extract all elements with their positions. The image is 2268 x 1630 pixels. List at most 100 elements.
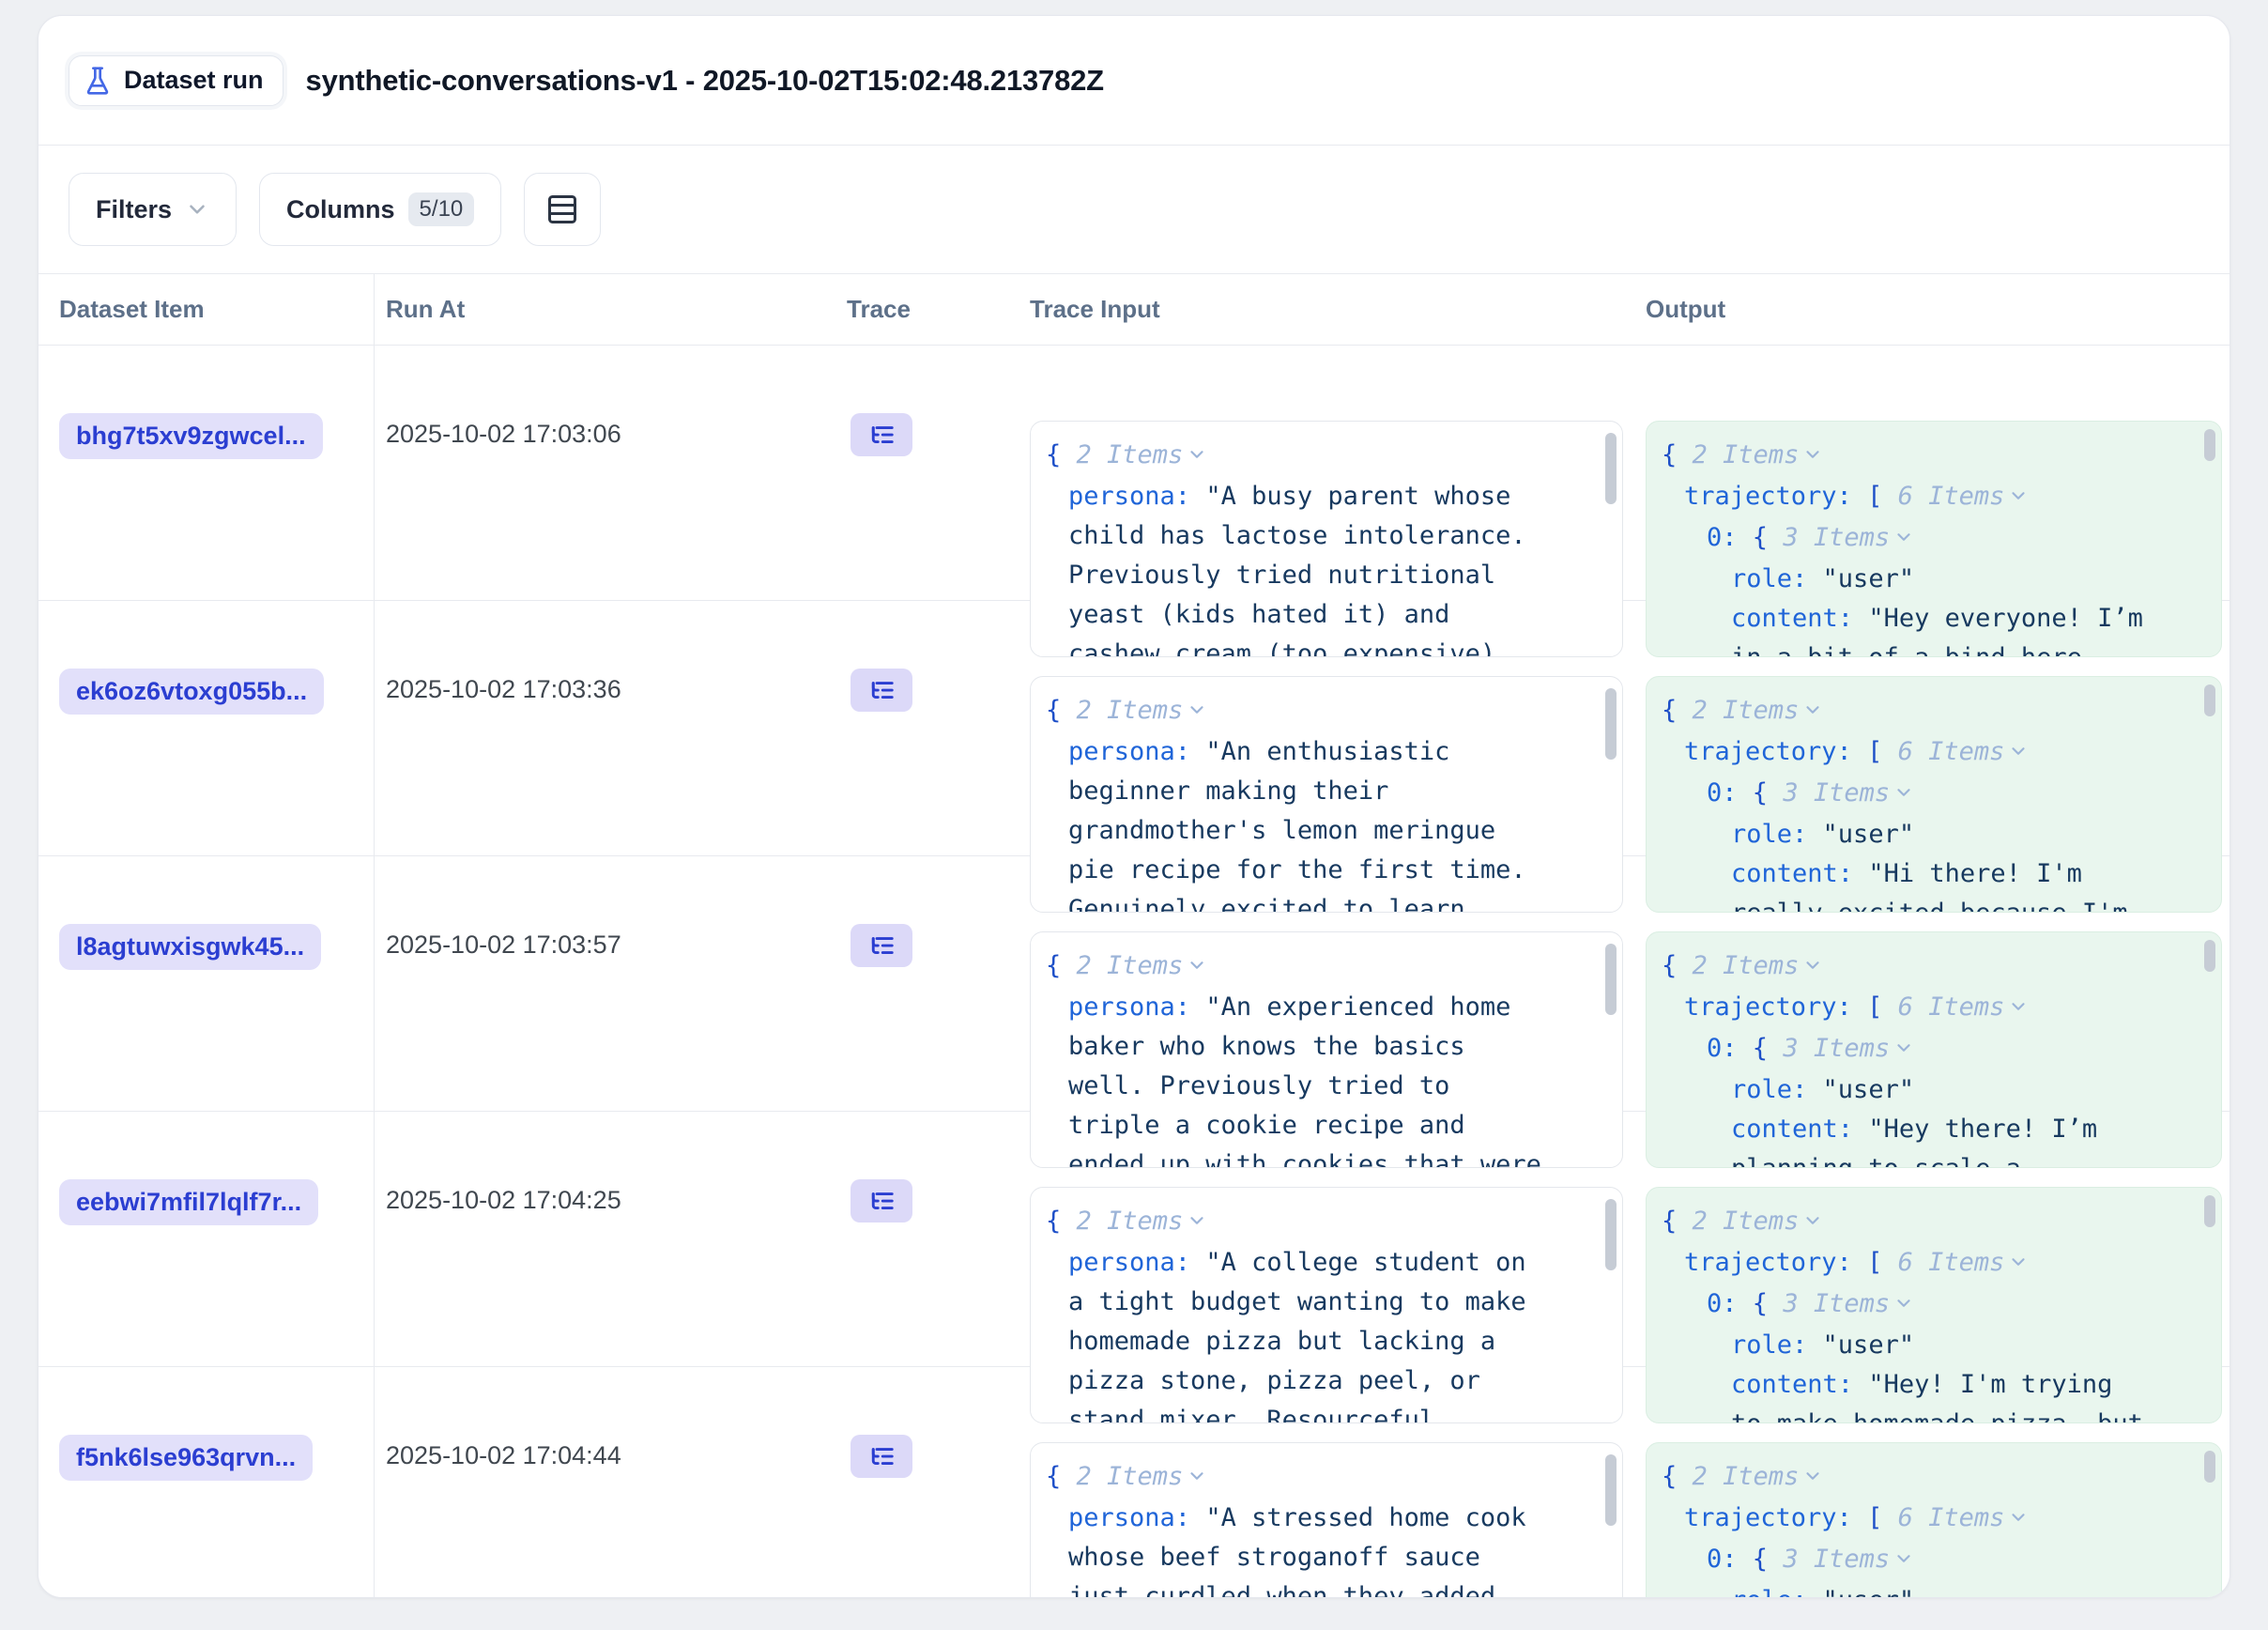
collapse-chevron-icon[interactable] [2008,734,2029,774]
json-persona-line: persona: "An enthusiastic beginner makin… [1046,732,1579,913]
collapse-chevron-icon[interactable] [1802,1204,1823,1243]
scrollbar-thumb[interactable] [1605,1199,1617,1270]
collapse-chevron-icon[interactable] [1802,693,1823,732]
json-value: "user" [1823,820,1915,849]
columns-button[interactable]: Columns 5/10 [259,173,501,246]
collapse-chevron-icon[interactable] [2008,479,2029,518]
trace-button[interactable] [850,669,912,712]
open-brace: { [1753,778,1768,807]
list-tree-icon [867,1187,896,1215]
output-json-viewer[interactable]: { 2 Items trajectory: [ 6 Items 0: { 3 I… [1646,1442,2222,1598]
json-trajectory-line: trajectory: [ 6 Items [1662,477,2178,518]
dataset-item-badge[interactable]: bhg7t5xv9zgwcel... [59,413,323,459]
items-annotation: 2 Items [1677,951,1799,980]
open-brace: { [1046,696,1061,725]
collapse-chevron-icon[interactable] [1187,948,1207,988]
collapse-chevron-icon[interactable] [1893,1286,1914,1326]
collapse-chevron-icon[interactable] [1893,1542,1914,1581]
open-brace: { [1046,1462,1061,1491]
json-value: "user" [1823,1330,1915,1360]
trace-input-json-viewer[interactable]: { 2 Items persona: "A stressed home cook… [1030,1442,1623,1598]
json-index-line: 0: { 3 Items [1662,1284,2178,1326]
trace-button[interactable] [850,1435,912,1478]
json-key: trajectory: [1684,992,1852,1022]
page-title: synthetic-conversations-v1 - 2025-10-02T… [306,64,1104,98]
items-annotation: 2 Items [1677,440,1799,469]
json-root-line: { 2 Items [1662,691,2178,732]
json-key: persona: [1068,737,1190,766]
trace-input-json-viewer[interactable]: { 2 Items persona: "A busy parent whose … [1030,421,1623,657]
open-brace: { [1662,1207,1677,1236]
collapse-chevron-icon[interactable] [1802,1459,1823,1499]
scrollbar-thumb[interactable] [2204,940,2215,972]
table-body: bhg7t5xv9zgwcel... 2025-10-02 17:03:06 {… [38,346,2230,1598]
open-bracket: [ [1867,737,1882,766]
trace-input-json-viewer[interactable]: { 2 Items persona: "An experienced home … [1030,931,1623,1168]
collapse-chevron-icon[interactable] [2008,1500,2029,1540]
open-bracket: [ [1867,1248,1882,1277]
dataset-item-badge[interactable]: ek6oz6vtoxg055b... [59,669,324,715]
run-at-value: 2025-10-02 17:03:57 [386,930,621,959]
scrollbar-thumb[interactable] [1605,433,1617,504]
scrollbar-thumb[interactable] [2204,1195,2215,1227]
scrollbar-thumb[interactable] [2204,684,2215,716]
scrollbar-thumb[interactable] [1605,1454,1617,1526]
json-index-line: 0: { 3 Items [1662,774,2178,815]
output-json-viewer[interactable]: { 2 Items trajectory: [ 6 Items 0: { 3 I… [1646,676,2222,913]
collapse-chevron-icon[interactable] [2008,1245,2029,1284]
row-height-button[interactable] [524,173,601,246]
collapse-chevron-icon[interactable] [1187,1204,1207,1243]
columns-button-label: Columns [286,195,395,224]
json-index-line: 0: { 3 Items [1662,1540,2178,1581]
collapse-chevron-icon[interactable] [1187,438,1207,477]
open-brace: { [1753,1545,1768,1574]
dataset-item-badge[interactable]: l8agtuwxisgwk45... [59,924,321,970]
dataset-item-badge[interactable]: eebwi7mfil7lqlf7r... [59,1179,318,1225]
collapse-chevron-icon[interactable] [1187,693,1207,732]
collapse-chevron-icon[interactable] [1802,948,1823,988]
chevron-down-icon [185,197,209,222]
json-key: trajectory: [1684,1248,1852,1277]
output-json-viewer[interactable]: { 2 Items trajectory: [ 6 Items 0: { 3 I… [1646,1187,2222,1423]
collapse-chevron-icon[interactable] [2008,990,2029,1029]
items-annotation: 2 Items [1061,696,1183,725]
json-key: role: [1731,1586,1807,1598]
items-annotation: 6 Items [1882,992,2004,1022]
output-json-viewer[interactable]: { 2 Items trajectory: [ 6 Items 0: { 3 I… [1646,421,2222,657]
collapse-chevron-icon[interactable] [1893,520,1914,560]
collapse-chevron-icon[interactable] [1802,438,1823,477]
dataset-item-badge[interactable]: f5nk6lse963qrvn... [59,1435,313,1481]
json-key: role: [1731,1075,1807,1104]
json-key: persona: [1068,1503,1190,1532]
trace-button[interactable] [850,1179,912,1222]
trace-button[interactable] [850,924,912,967]
dataset-run-badge: Dataset run [69,55,284,106]
filters-button[interactable]: Filters [69,173,237,246]
table-row: bhg7t5xv9zgwcel... 2025-10-02 17:03:06 {… [38,346,2230,601]
dataset-run-badge-label: Dataset run [124,66,264,95]
trace-input-json-viewer[interactable]: { 2 Items persona: "An enthusiastic begi… [1030,676,1623,913]
open-brace: { [1046,440,1061,469]
trace-input-cell: { 2 Items persona: "A busy parent whose … [1022,346,1638,657]
json-role-line: role: "user" [1662,560,2178,599]
collapse-chevron-icon[interactable] [1893,1031,1914,1070]
json-root-line: { 2 Items [1662,436,2178,477]
open-bracket: [ [1867,992,1882,1022]
trace-input-json-viewer[interactable]: { 2 Items persona: "A college student on… [1030,1187,1623,1423]
output-json-viewer[interactable]: { 2 Items trajectory: [ 6 Items 0: { 3 I… [1646,931,2222,1168]
scrollbar-thumb[interactable] [2204,429,2215,461]
json-root-line: { 2 Items [1046,1202,1579,1243]
scrollbar-thumb[interactable] [1605,944,1617,1015]
open-bracket: [ [1867,482,1882,511]
json-root-line: { 2 Items [1046,946,1579,988]
scrollbar-thumb[interactable] [2204,1451,2215,1483]
items-annotation: 6 Items [1882,737,2004,766]
run-at-cell: 2025-10-02 17:04:44 [375,1367,841,1598]
scrollbar-thumb[interactable] [1605,688,1617,760]
items-annotation: 2 Items [1061,1207,1183,1236]
trace-button[interactable] [850,413,912,456]
collapse-chevron-icon[interactable] [1893,776,1914,815]
json-index-line: 0: { 3 Items [1662,1029,2178,1070]
json-content-line: content: "Hey everyone! I’m in a bit of … [1662,599,2178,657]
collapse-chevron-icon[interactable] [1187,1459,1207,1499]
